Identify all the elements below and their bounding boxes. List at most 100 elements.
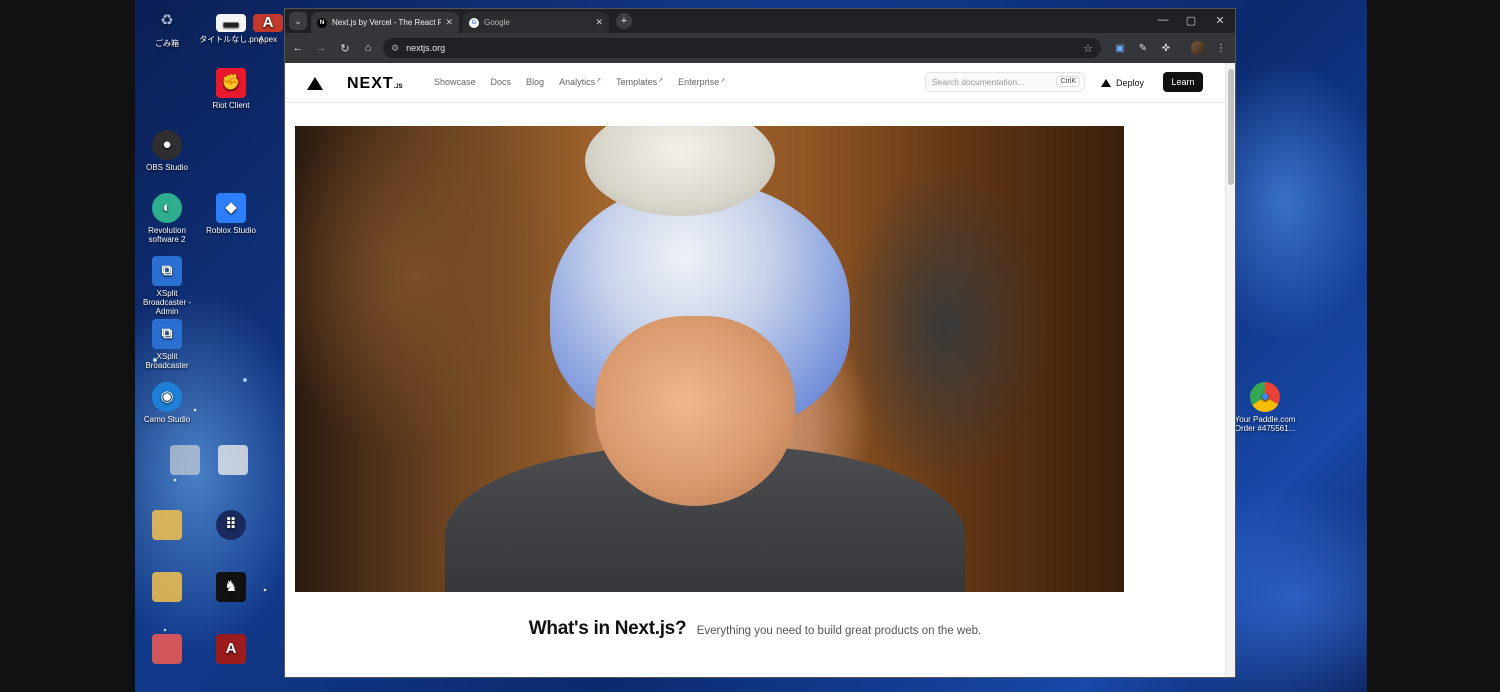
section-title: What's in Next.js? (528, 618, 687, 639)
tab-strip: ⌄ N Next.js by Vercel - The React Fr... … (285, 9, 1235, 33)
minimize-icon: — (1157, 14, 1169, 26)
profile-avatar[interactable] (1191, 41, 1205, 55)
desktop-icon-apex-file[interactable]: A Apex (253, 14, 283, 44)
tab-search-button[interactable]: ⌄ (289, 12, 307, 30)
nextjs-favicon-icon: N (317, 17, 327, 28)
nextjs-page: NEXT.JS Showcase Docs Blog Analytics↗ Te… (285, 63, 1225, 677)
learn-button[interactable]: Learn (1163, 72, 1203, 92)
menu-kebab-icon[interactable]: ⋮ (1214, 41, 1228, 55)
xsplit-icon: ⧉ (152, 256, 182, 286)
nav-enterprise[interactable]: Enterprise↗ (678, 77, 725, 87)
app-icon (170, 445, 200, 475)
external-link-icon: ↗ (596, 78, 602, 84)
xsplit-icon: ⧉ (152, 319, 182, 349)
desktop-icon-obs-studio[interactable]: ● OBS Studio (135, 130, 199, 172)
nav-templates[interactable]: Templates↗ (616, 77, 663, 87)
roblox-studio-icon: ◆ (216, 193, 246, 223)
close-icon[interactable]: ✕ (595, 17, 603, 28)
desktop-icon-xsplit-admin[interactable]: ⧉ XSplit Broadcaster - Admin (135, 256, 199, 317)
desktop-icon-blurred-2[interactable] (201, 445, 265, 478)
arrow-right-icon: → (315, 42, 327, 54)
desktop-icon-apex-legends[interactable]: A (199, 634, 263, 667)
scrollbar-thumb[interactable] (1228, 69, 1234, 185)
folder-icon (152, 572, 182, 602)
apex-icon: A (253, 14, 283, 32)
close-icon: ✕ (1215, 15, 1225, 27)
site-nav: Showcase Docs Blog Analytics↗ Templates↗… (434, 77, 725, 87)
riot-client-icon: ✊ (216, 68, 246, 98)
nav-blog[interactable]: Blog (526, 77, 544, 87)
letterbox-left (0, 0, 135, 692)
plus-icon: + (620, 15, 628, 27)
vercel-triangle-icon (1101, 79, 1111, 87)
desktop-icon-chrome-shortcut[interactable]: ● Your Paddle.com Order #475561... (1233, 382, 1297, 433)
revolution-icon: ◐ (152, 193, 182, 223)
app-icon (152, 634, 182, 664)
tab-nextjs[interactable]: N Next.js by Vercel - The React Fr... ✕ (311, 12, 459, 33)
bookmark-star-icon[interactable]: ☆ (1083, 42, 1093, 55)
new-tab-button[interactable]: + (616, 13, 632, 29)
external-link-icon: ↗ (720, 78, 726, 84)
maximize-icon: ▢ (1185, 15, 1197, 27)
reload-button[interactable]: ↻ (337, 40, 353, 56)
image-file-icon: ▬ (216, 14, 246, 32)
app-grid-icon: ⠿ (216, 510, 246, 540)
back-button[interactable]: ← (290, 40, 306, 56)
close-icon[interactable]: ✕ (445, 17, 453, 28)
nextjs-logo[interactable]: NEXT.JS (347, 75, 403, 93)
recycle-bin-icon: ♻ (160, 12, 174, 30)
keyboard-shortcut-badge: CtrlK (1056, 76, 1080, 87)
close-window-button[interactable]: ✕ (1213, 14, 1227, 27)
deploy-button[interactable]: Deploy (1097, 73, 1148, 93)
desktop-icon-roblox-studio[interactable]: ◆ Roblox Studio (199, 193, 263, 235)
url-text: nextjs.org (406, 43, 446, 53)
vercel-logo-icon[interactable] (307, 77, 323, 90)
reload-icon: ↻ (340, 42, 350, 55)
person-face (595, 316, 795, 506)
obs-studio-icon: ● (152, 130, 182, 160)
desktop-icon-xsplit[interactable]: ⧉ XSplit Broadcaster (135, 319, 199, 370)
forward-button[interactable]: → (313, 40, 329, 56)
arrow-left-icon: ← (292, 42, 304, 54)
minimize-button[interactable]: — (1156, 14, 1170, 26)
wolf-icon: ♞ (216, 572, 246, 602)
file-icon (218, 445, 248, 475)
apex-legends-icon: A (216, 634, 246, 664)
external-link-icon: ↗ (658, 78, 664, 84)
home-icon: ⌂ (364, 42, 372, 54)
tab-google[interactable]: G Google ✕ (463, 12, 609, 33)
site-header: NEXT.JS Showcase Docs Blog Analytics↗ Te… (285, 63, 1225, 103)
search-documentation-input[interactable]: Search documentation... CtrlK (925, 72, 1085, 92)
translate-extension-icon[interactable]: ▣ (1113, 41, 1127, 55)
google-favicon-icon: G (469, 17, 479, 28)
home-button[interactable]: ⌂ (360, 40, 376, 56)
chrome-icon: ● (1250, 382, 1280, 412)
desktop-icon-red-app[interactable] (135, 634, 199, 667)
nav-docs[interactable]: Docs (491, 77, 512, 87)
address-bar[interactable]: ⚙ nextjs.org ☆ (383, 38, 1101, 58)
page-scrollbar[interactable] (1225, 63, 1235, 677)
eyedropper-extension-icon[interactable]: ✎ (1136, 41, 1150, 55)
tab-title: Next.js by Vercel - The React Fr... (332, 18, 442, 27)
browser-toolbar: ← → ↻ ⌂ ⚙ nextjs.org ☆ ▣ ✎ ✜ ⋮ (285, 33, 1235, 63)
desktop-icon-app-grid[interactable]: ⠿ (199, 510, 263, 543)
chevron-down-icon: ⌄ (294, 15, 302, 26)
desktop-icon-camo-studio[interactable]: ◉ Camo Studio (135, 382, 199, 424)
site-info-icon[interactable]: ⚙ (391, 43, 399, 54)
extensions-puzzle-icon[interactable]: ✜ (1159, 41, 1173, 55)
desktop-icon-revolution[interactable]: ◐ Revolution software 2 (135, 193, 199, 244)
folder-icon (152, 510, 182, 540)
maximize-button[interactable]: ▢ (1184, 14, 1198, 27)
camo-studio-icon: ◉ (152, 382, 182, 412)
tab-title: Google (484, 18, 510, 27)
desktop-icon-recycle-bin[interactable]: ♻ ごみ箱 (135, 6, 199, 48)
browser-window: ⌄ N Next.js by Vercel - The React Fr... … (284, 8, 1236, 678)
webcam-video-overlay (295, 126, 1124, 592)
letterbox-right (1367, 0, 1500, 692)
desktop-icon-folder-2[interactable] (135, 572, 199, 605)
desktop-icon-riot-client[interactable]: ✊ Riot Client (199, 68, 263, 110)
nav-showcase[interactable]: Showcase (434, 77, 476, 87)
nav-analytics[interactable]: Analytics↗ (559, 77, 601, 87)
desktop-icon-folder-1[interactable] (135, 510, 199, 543)
desktop-icon-wolf-app[interactable]: ♞ (199, 572, 263, 605)
